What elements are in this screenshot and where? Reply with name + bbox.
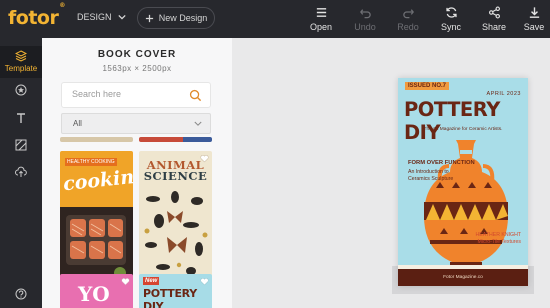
- chevron-down-icon: [194, 121, 202, 126]
- cover-footer[interactable]: Fotor Magazine.co: [398, 269, 528, 286]
- open-button[interactable]: Open: [303, 6, 339, 32]
- share-label: Share: [481, 22, 507, 32]
- menu-icon: [316, 8, 326, 17]
- panel-dimensions: 1563px × 2500px: [102, 64, 172, 73]
- cover-tagline[interactable]: The #1 Magazine for Ceramic Artists.: [398, 127, 528, 132]
- sync-icon: [445, 7, 457, 18]
- template-title: YO: [78, 282, 110, 306]
- plus-icon: [145, 14, 153, 22]
- text-icon: [17, 113, 25, 123]
- template-thumbnail-partial[interactable]: [139, 137, 212, 142]
- design-dropdown-label: DESIGN: [77, 12, 112, 22]
- heart-icon[interactable]: [200, 277, 209, 286]
- template-title: POTTERY DIY: [143, 287, 197, 308]
- top-bar: fotor® DESIGN New Design Open Undo Redo …: [0, 0, 550, 38]
- help-icon: [15, 288, 27, 300]
- sync-label: Sync: [440, 22, 461, 32]
- panel-title: BOOK COVER: [97, 49, 177, 60]
- sidebar-item-label: Template: [4, 64, 38, 73]
- new-badge: New: [143, 277, 160, 285]
- chevron-down-icon: [117, 14, 126, 20]
- open-label: Open: [309, 22, 333, 32]
- template-title: cooking: [62, 164, 133, 196]
- redo-button[interactable]: Redo: [390, 6, 426, 32]
- template-panel: BOOK COVER 1563px × 2500px All HEALTHY C…: [42, 38, 232, 308]
- download-icon: [529, 7, 539, 18]
- save-button[interactable]: Save: [520, 6, 548, 32]
- cover-author[interactable]: HEATHER KNIGHT Micro-Tile Textures: [476, 232, 521, 246]
- sidebar-item-background[interactable]: [0, 139, 42, 151]
- sync-button[interactable]: Sync: [433, 6, 469, 32]
- search-input[interactable]: [72, 89, 182, 99]
- sidebar-item-uploads[interactable]: [0, 166, 42, 178]
- star-circle-icon: [15, 84, 27, 96]
- design-dropdown[interactable]: DESIGN: [77, 12, 126, 22]
- save-label: Save: [523, 22, 545, 32]
- app-root: fotor® DESIGN New Design Open Undo Redo …: [0, 0, 550, 308]
- new-design-button[interactable]: New Design: [137, 7, 215, 29]
- cover-feature-title[interactable]: FORM OVER FUNCTION: [408, 160, 475, 166]
- left-icon-bar: Template: [0, 38, 42, 308]
- heart-icon[interactable]: [121, 277, 130, 286]
- share-icon: [488, 6, 500, 19]
- cover-feature-text[interactable]: An Introduction to Ceramics Sculpture: [408, 169, 453, 183]
- sidebar-item-text[interactable]: [0, 112, 42, 124]
- filter-selected-value: All: [73, 119, 82, 128]
- template-thumbnail-cooking[interactable]: HEALTHY COOKING cooking: [60, 151, 133, 281]
- share-button[interactable]: Share: [476, 6, 512, 32]
- vase-illustration[interactable]: [416, 138, 516, 268]
- layers-icon: [15, 50, 27, 62]
- undo-icon: [359, 9, 371, 19]
- sidebar-item-template[interactable]: Template: [0, 46, 42, 78]
- sidebar-item-elements[interactable]: [0, 84, 42, 96]
- new-design-label: New Design: [158, 13, 208, 23]
- template-thumbnail-animal-science[interactable]: ANIMAL SCIENCE: [139, 151, 212, 281]
- sidebar-item-help[interactable]: [0, 288, 42, 300]
- undo-label: Undo: [354, 22, 376, 32]
- background-icon: [15, 139, 27, 151]
- fotor-logo[interactable]: fotor®: [8, 2, 65, 29]
- redo-label: Redo: [397, 22, 419, 32]
- cover-issue[interactable]: ISSUED NO.7: [405, 82, 450, 90]
- redo-icon: [402, 9, 414, 19]
- template-thumbnail-pottery[interactable]: New POTTERY DIY: [139, 274, 212, 308]
- undo-button[interactable]: Undo: [347, 6, 383, 32]
- template-thumbnail-partial[interactable]: [60, 137, 133, 142]
- insect-illustrations: [144, 191, 208, 275]
- upload-cloud-icon: [15, 166, 27, 177]
- search-icon[interactable]: [189, 89, 202, 102]
- template-title: ANIMAL SCIENCE: [143, 158, 208, 183]
- book-cover-preview[interactable]: ISSUED NO.7 APRIL 2023 POTTERY DIY The #…: [398, 78, 528, 286]
- salmon-photo: [60, 207, 133, 281]
- cover-date[interactable]: APRIL 2023: [487, 91, 521, 97]
- template-badge: HEALTHY COOKING: [65, 158, 117, 166]
- category-filter-select[interactable]: All: [61, 113, 211, 134]
- template-thumbnail-pink[interactable]: YO: [60, 274, 133, 308]
- search-box: [61, 82, 211, 108]
